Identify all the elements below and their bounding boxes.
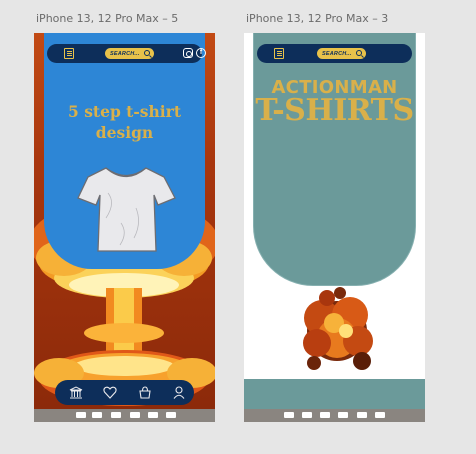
frame-label: iPhone 13, 12 Pro Max – 3: [246, 12, 389, 25]
phone-frame-5: SEARCH... f 5 step t-shirt design: [34, 33, 215, 422]
search-placeholder: SEARCH...: [110, 50, 140, 57]
payment-methods-strip: [34, 409, 215, 422]
visa-icon: [76, 412, 86, 418]
mastercard-icon: [302, 412, 312, 418]
frame-label: iPhone 13, 12 Pro Max – 5: [36, 12, 179, 25]
facebook-icon[interactable]: f: [196, 48, 206, 58]
search-icon[interactable]: [356, 50, 362, 56]
phone-frame-3: SEARCH... ACTIONMAN T-SHIRTS: [244, 33, 425, 422]
mastercard-icon: [92, 412, 102, 418]
footer-band: [244, 379, 425, 409]
hero-title-main: T-SHIRTS: [255, 93, 414, 128]
hero-panel: [253, 33, 416, 286]
instagram-icon[interactable]: [183, 48, 193, 58]
amex-icon: [111, 412, 121, 418]
explosion-image: [303, 287, 373, 370]
paypal-icon: [148, 412, 158, 418]
bank-icon[interactable]: [69, 386, 83, 399]
search-placeholder: SEARCH...: [322, 50, 352, 57]
paypal-icon: [357, 412, 367, 418]
user-icon[interactable]: [172, 386, 186, 399]
maestro-icon: [338, 412, 348, 418]
maestro-icon: [130, 412, 140, 418]
heart-icon[interactable]: [103, 386, 117, 399]
search-input[interactable]: SEARCH...: [105, 48, 154, 59]
bottom-nav-bar: [55, 380, 194, 405]
bag-icon[interactable]: [138, 386, 152, 399]
menu-icon[interactable]: [64, 48, 74, 59]
menu-icon[interactable]: [274, 48, 284, 59]
amex-icon: [320, 412, 330, 418]
card-icon: [375, 412, 385, 418]
search-input[interactable]: SEARCH...: [317, 48, 366, 59]
hero-title: 5 step t-shirt design: [68, 102, 181, 142]
search-icon[interactable]: [144, 50, 150, 56]
top-nav-bar: SEARCH... f: [47, 44, 206, 63]
top-nav-bar: SEARCH...: [257, 44, 412, 63]
card-icon: [166, 412, 176, 418]
payment-methods-strip: [244, 409, 425, 422]
tshirt-image: [77, 167, 176, 252]
visa-icon: [284, 412, 294, 418]
